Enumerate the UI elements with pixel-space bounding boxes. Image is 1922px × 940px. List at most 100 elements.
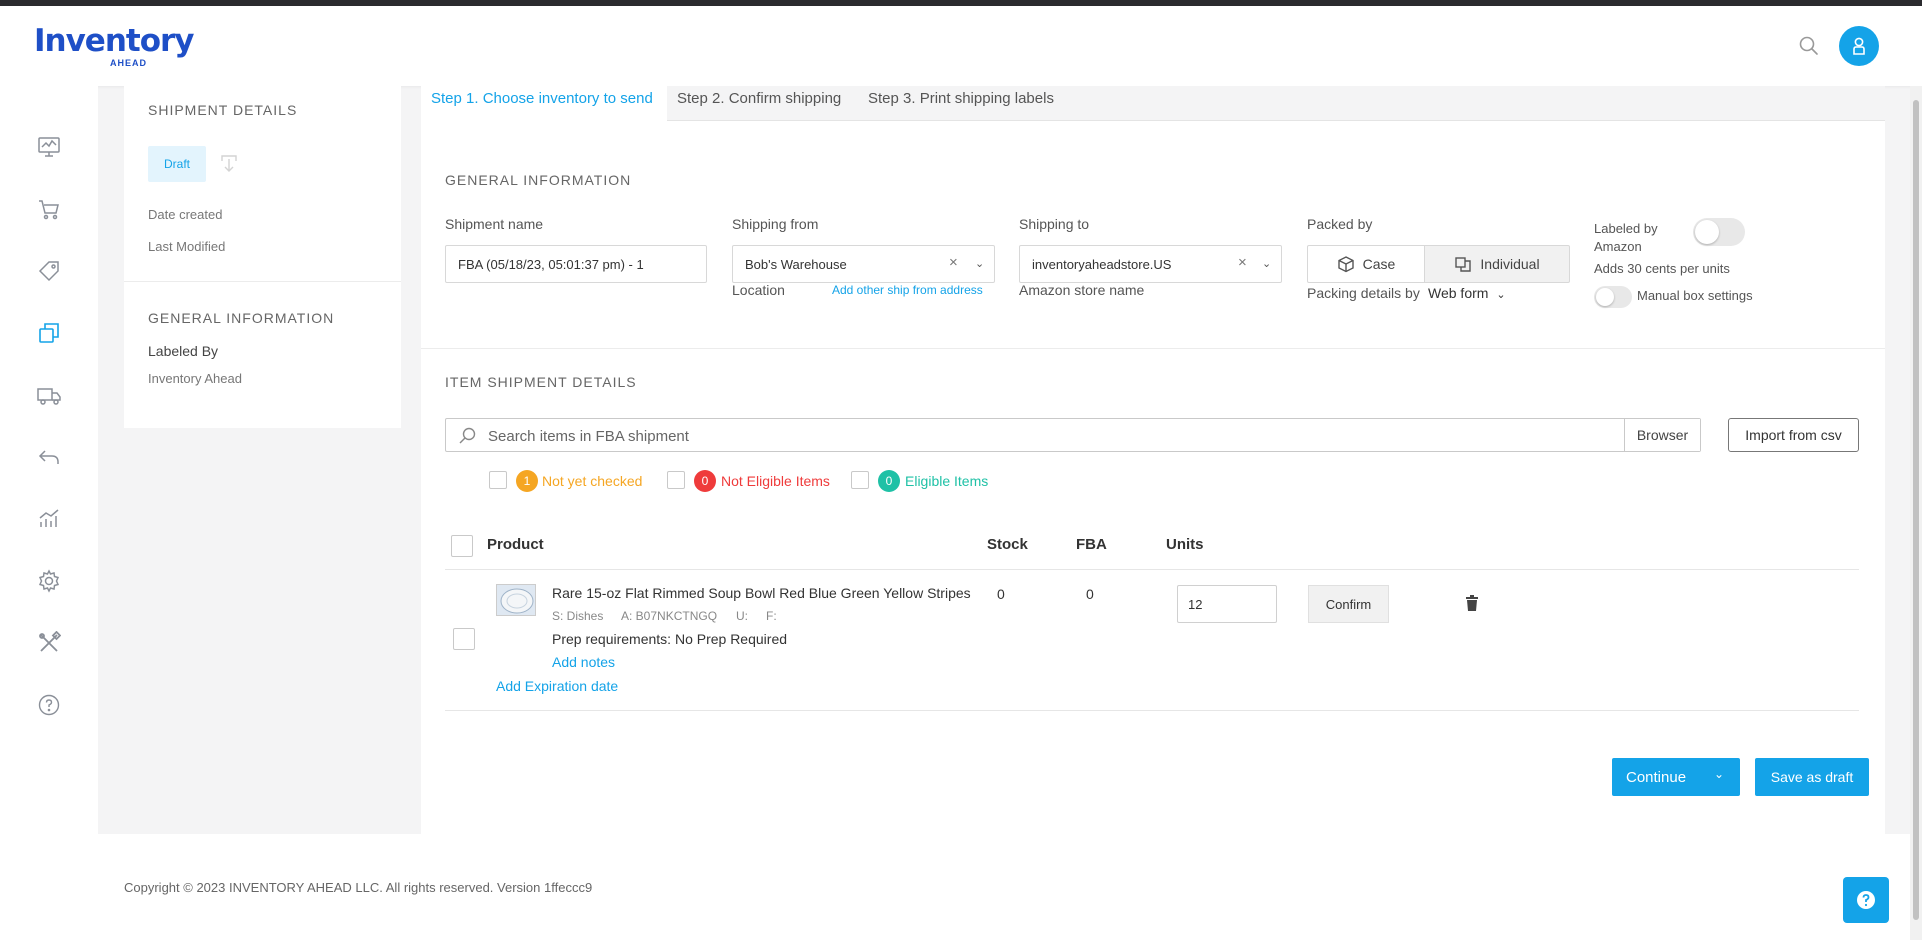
avatar[interactable] — [1839, 26, 1879, 66]
column-header-units: Units — [1166, 536, 1204, 553]
stock-value: 0 — [997, 586, 1005, 602]
item-shipment-heading: ITEM SHIPMENT DETAILS — [445, 374, 637, 390]
search-input[interactable] — [488, 425, 1588, 447]
column-header-fba: FBA — [1076, 536, 1107, 553]
packing-details-dropdown[interactable]: Web form ⌄ — [1428, 285, 1506, 301]
cart-icon[interactable] — [36, 196, 62, 222]
tab-step-2[interactable]: Step 2. Confirm shipping — [667, 86, 851, 121]
continue-label: Continue — [1626, 768, 1687, 786]
last-modified-label: Last Modified — [148, 239, 226, 254]
count-badge-not-checked: 1 — [516, 470, 538, 492]
gear-icon[interactable] — [36, 568, 62, 594]
shipping-to-label: Shipping to — [1019, 216, 1090, 232]
copy-shipments-icon[interactable] — [36, 320, 62, 346]
packing-details-label: Packing details by — [1307, 285, 1420, 301]
pack-case-button[interactable]: Case — [1307, 245, 1425, 283]
product-asin: A: B07NKCTNGQ — [621, 609, 718, 623]
count-badge-not-eligible: 0 — [694, 470, 716, 492]
help-chat-button[interactable] — [1843, 877, 1889, 923]
shipping-from-label: Shipping from — [732, 216, 819, 232]
items-icon — [1455, 257, 1472, 272]
help-circle-icon[interactable] — [36, 692, 62, 718]
dashboard-monitor-icon[interactable] — [36, 134, 62, 160]
chevron-down-icon[interactable]: ⌄ — [975, 257, 984, 270]
return-icon[interactable] — [36, 444, 62, 470]
section-divider — [421, 348, 1885, 349]
product-title[interactable]: Rare 15-oz Flat Rimmed Soup Bowl Red Blu… — [552, 585, 982, 601]
search-icon — [459, 427, 476, 444]
chevron-down-icon[interactable]: ⌄ — [1714, 767, 1724, 781]
page-scrollbar[interactable] — [1910, 86, 1922, 940]
tab-step-1[interactable]: Step 1. Choose inventory to send — [421, 86, 667, 122]
save-draft-button[interactable]: Save as draft — [1755, 758, 1869, 796]
row-divider — [445, 710, 1859, 711]
toggle-knob — [1596, 288, 1614, 306]
browser-button[interactable]: Browser — [1624, 419, 1700, 451]
status-badge: Draft — [148, 146, 206, 182]
add-expiration-link[interactable]: Add Expiration date — [496, 678, 618, 694]
chevron-down-icon[interactable]: ⌄ — [1262, 257, 1271, 270]
tab-step-3[interactable]: Step 3. Print shipping labels — [858, 86, 1064, 121]
step-tabs: Step 1. Choose inventory to send Step 2.… — [421, 86, 1885, 122]
adds-cents-text: Adds 30 cents per units — [1594, 261, 1730, 276]
column-header-stock: Stock — [987, 536, 1028, 553]
clear-icon[interactable]: × — [1238, 254, 1247, 271]
chevron-down-icon: ⌄ — [1496, 289, 1506, 301]
pack-individual-button[interactable]: Individual — [1424, 245, 1570, 283]
general-info-heading: GENERAL INFORMATION — [445, 172, 632, 188]
divider — [124, 281, 401, 282]
prep-requirements: Prep requirements: No Prep Required — [552, 631, 787, 647]
sidebar — [0, 86, 98, 940]
manual-box-toggle[interactable] — [1594, 286, 1632, 308]
import-csv-button[interactable]: Import from csv — [1728, 418, 1859, 452]
manual-box-label: Manual box settings — [1637, 288, 1753, 303]
filter-label-not-checked[interactable]: Not yet checked — [542, 473, 642, 489]
filter-checkbox-not-eligible[interactable] — [667, 471, 685, 489]
analytics-chart-icon[interactable] — [36, 506, 62, 532]
fba-value: 0 — [1086, 586, 1094, 602]
units-input[interactable] — [1177, 585, 1277, 623]
logo[interactable]: Inventory AHEAD — [34, 23, 195, 74]
labeled-by-amazon-line1: Labeled by — [1594, 221, 1658, 236]
labeled-by-amazon-toggle[interactable] — [1693, 218, 1745, 246]
packed-by-label: Packed by — [1307, 216, 1373, 232]
box-icon — [1337, 256, 1354, 273]
shipment-name-input[interactable]: FBA (05/18/23, 05:01:37 pm) - 1 — [445, 245, 707, 283]
tag-icon[interactable] — [36, 258, 62, 284]
date-created-label: Date created — [148, 207, 223, 222]
filter-checkbox-eligible[interactable] — [851, 471, 869, 489]
logo-main-text: Inventory — [34, 23, 195, 59]
clear-icon[interactable]: × — [949, 254, 958, 271]
shipment-details-panel: SHIPMENT DETAILS Draft Date created Last… — [124, 86, 401, 428]
scrollbar-thumb[interactable] — [1913, 100, 1919, 920]
shipping-from-select[interactable]: Bob's Warehouse × ⌄ — [732, 245, 995, 283]
pack-individual-label: Individual — [1480, 256, 1540, 272]
add-notes-link[interactable]: Add notes — [552, 654, 615, 670]
item-search-bar: Browser — [445, 418, 1701, 452]
copyright-text: Copyright © 2023 INVENTORY AHEAD LLC. Al… — [124, 880, 593, 895]
continue-button[interactable]: Continue ⌄ — [1612, 758, 1740, 796]
search-icon[interactable] — [1797, 34, 1821, 58]
toggle-knob — [1695, 220, 1719, 244]
help-icon — [1857, 891, 1875, 909]
select-all-checkbox[interactable] — [451, 535, 473, 557]
filter-checkbox-not-checked[interactable] — [489, 471, 507, 489]
shipping-to-select[interactable]: inventoryaheadstore.US × ⌄ — [1019, 245, 1282, 283]
add-ship-from-link[interactable]: Add other ship from address — [832, 283, 983, 297]
amazon-store-label: Amazon store name — [1019, 282, 1145, 298]
download-icon[interactable] — [218, 152, 240, 179]
tools-icon[interactable] — [36, 630, 62, 656]
prep-label: Prep requirements: — [552, 631, 672, 647]
footer: Copyright © 2023 INVENTORY AHEAD LLC. Al… — [98, 834, 1922, 940]
product-sku: S: Dishes — [552, 609, 604, 623]
trash-icon[interactable] — [1465, 595, 1479, 616]
confirm-button[interactable]: Confirm — [1308, 585, 1389, 623]
packing-details-value: Web form — [1428, 285, 1489, 301]
filter-label-not-eligible[interactable]: Not Eligible Items — [721, 473, 830, 489]
row-checkbox[interactable] — [453, 628, 475, 650]
product-thumbnail[interactable] — [496, 584, 536, 616]
filter-label-eligible[interactable]: Eligible Items — [905, 473, 988, 489]
truck-icon[interactable] — [36, 382, 62, 408]
pack-case-label: Case — [1362, 256, 1396, 272]
column-header-product: Product — [487, 536, 544, 553]
